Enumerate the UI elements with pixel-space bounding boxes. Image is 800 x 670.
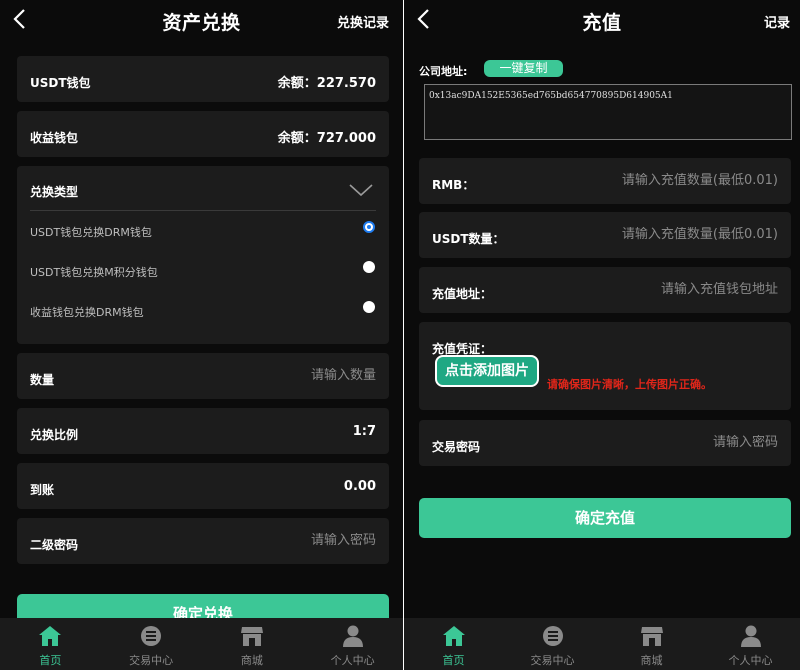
quantity-input[interactable] (176, 368, 376, 383)
add-image-button[interactable]: 点击添加图片 (435, 355, 539, 387)
exchange-option-radio-3[interactable] (363, 301, 375, 313)
usdt-amount-label: USDT数量： (432, 232, 505, 246)
company-address-text: 0x13ac9DA152E5365ed765bd654770895D614905… (429, 91, 673, 101)
income-wallet-label: 收益钱包 (30, 131, 79, 145)
tab-label: 交易中心 (530, 654, 575, 667)
usdt-amount-input[interactable] (538, 227, 778, 242)
usdt-wallet-balance: 余额：227.570 (277, 76, 376, 91)
user-icon (342, 625, 363, 647)
second-password-label: 二级密码 (30, 538, 79, 552)
exchange-type-label: 兑换类型 (30, 185, 79, 199)
recharge-address-label: 充值地址： (432, 287, 493, 301)
copy-address-button[interactable]: 一键复制 (484, 60, 563, 77)
exchange-records-link[interactable]: 兑换记录 (337, 12, 389, 31)
top-bar: 充值 记录 (404, 0, 800, 40)
usdt-wallet-label: USDT钱包 (30, 76, 91, 90)
income-wallet-balance: 余额：727.000 (277, 131, 376, 146)
bottom-tab-bar: 首页 交易中心 商城 个人中心 (0, 618, 403, 670)
upload-warning: 请确保图片清晰，上传图片正确。 (547, 378, 712, 391)
home-icon (442, 626, 465, 646)
recharge-screen: 充值 记录 公司地址: 一键复制 0x13ac9DA152E5365ed765b… (404, 0, 800, 670)
user-icon (740, 625, 761, 647)
tab-label: 个人中心 (330, 654, 375, 667)
exchange-option-radio-2[interactable] (363, 261, 375, 273)
ratio-card: 兑换比例 1:7 (17, 408, 389, 454)
tab-store[interactable]: 商城 (602, 618, 701, 670)
company-address-box[interactable]: 0x13ac9DA152E5365ed765bd654770895D614905… (424, 84, 792, 140)
rmb-label: RMB： (432, 178, 475, 192)
trade-password-input[interactable] (578, 435, 778, 450)
tab-label: 首页 (39, 654, 62, 667)
recharge-records-link[interactable]: 记录 (764, 12, 790, 31)
ratio-value: 1:7 (352, 424, 376, 439)
trade-password-label: 交易密码 (432, 440, 481, 454)
tab-home[interactable]: 首页 (0, 618, 101, 670)
exchange-screen: 资产兑换 兑换记录 USDT钱包 余额：227.570 收益钱包 余额：727.… (0, 0, 403, 670)
confirm-recharge-button[interactable]: 确定充值 (419, 498, 791, 538)
exchange-option-label: USDT钱包兑换M积分钱包 (30, 266, 158, 279)
quantity-card: 数量 (17, 353, 389, 399)
arrival-value: 0.00 (343, 479, 376, 494)
top-bar: 资产兑换 兑换记录 (0, 0, 403, 40)
page-title: 充值 (582, 12, 622, 34)
second-password-input[interactable] (176, 533, 376, 548)
store-icon (640, 627, 663, 646)
rmb-card: RMB： (419, 158, 791, 204)
list-icon (542, 626, 563, 646)
trade-password-card: 交易密码 (419, 420, 791, 466)
chevron-down-icon[interactable] (349, 184, 373, 197)
arrival-card: 到账 0.00 (17, 463, 389, 509)
exchange-option-label: 收益钱包兑换DRM钱包 (30, 306, 144, 319)
tab-profile[interactable]: 个人中心 (701, 618, 800, 670)
tab-label: 商城 (240, 654, 263, 667)
bottom-tab-bar: 首页 交易中心 商城 个人中心 (404, 618, 800, 670)
rmb-input[interactable] (538, 173, 778, 188)
income-wallet-card: 收益钱包 余额：727.000 (17, 111, 389, 157)
quantity-label: 数量 (30, 373, 55, 387)
usdt-wallet-card: USDT钱包 余额：227.570 (17, 56, 389, 102)
home-icon (39, 626, 62, 646)
list-icon (141, 626, 162, 646)
tab-home[interactable]: 首页 (404, 618, 503, 670)
usdt-amount-card: USDT数量： (419, 212, 791, 258)
tab-trade-center[interactable]: 交易中心 (503, 618, 602, 670)
tab-trade-center[interactable]: 交易中心 (101, 618, 202, 670)
exchange-option-label: USDT钱包兑换DRM钱包 (30, 226, 152, 239)
recharge-address-card: 充值地址： (419, 267, 791, 313)
tab-label: 首页 (442, 654, 465, 667)
tab-label: 交易中心 (129, 654, 174, 667)
company-address-label: 公司地址: (419, 65, 468, 78)
tab-profile[interactable]: 个人中心 (302, 618, 403, 670)
exchange-type-card: 兑换类型 USDT钱包兑换DRM钱包 USDT钱包兑换M积分钱包 收益钱包兑换D… (17, 166, 389, 344)
tab-store[interactable]: 商城 (202, 618, 303, 670)
second-password-card: 二级密码 (17, 518, 389, 564)
divider (30, 210, 376, 211)
tab-label: 商城 (640, 654, 663, 667)
store-icon (240, 627, 263, 646)
recharge-address-input[interactable] (538, 282, 778, 297)
tab-label: 个人中心 (728, 654, 773, 667)
arrival-label: 到账 (30, 483, 55, 497)
exchange-option-radio-1[interactable] (363, 221, 375, 233)
ratio-label: 兑换比例 (30, 428, 79, 442)
